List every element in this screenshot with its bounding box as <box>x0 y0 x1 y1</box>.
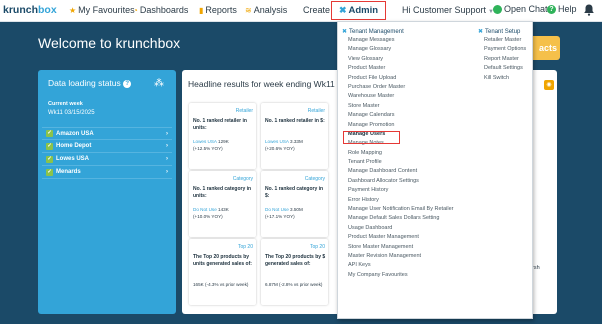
check-icon: ✓ <box>46 142 53 150</box>
retailer-status-row[interactable]: ✓ Home Depot › <box>42 140 172 153</box>
side-text: rsh <box>532 265 540 271</box>
open-chat-button[interactable]: Open Chat <box>493 4 548 14</box>
menu-item-manage-promotion[interactable]: Manage Promotion <box>342 121 453 130</box>
menu-item-api-keys[interactable]: API Keys <box>342 261 453 270</box>
headline-title: Headline results for week ending Wk11 0 <box>188 79 342 89</box>
menu-item-retailer-master[interactable]: Retailer Master <box>478 36 526 45</box>
info-icon[interactable]: ? <box>123 79 132 88</box>
menu-item-tenant-profile[interactable]: Tenant Profile <box>342 158 453 167</box>
check-icon: ✓ <box>46 155 53 163</box>
admin-dropdown-menu: ✖ Tenant Management Manage Messages Manag… <box>337 21 533 319</box>
chevron-right-icon: › <box>166 143 168 149</box>
menu-item-error-history[interactable]: Error History <box>342 196 453 205</box>
menu-item-store-master[interactable]: Store Master <box>342 102 453 111</box>
wrench-icon: ✖ <box>478 29 484 35</box>
menu-item-payment-options[interactable]: Payment Options <box>478 45 526 54</box>
check-icon: ✓ <box>46 168 53 176</box>
top-navigation-bar: krunchbox ★ My Favourites ◔ Dashboards ▮… <box>0 0 602 22</box>
headline-card[interactable]: Top 20 The Top 20 products by $ generate… <box>261 239 328 305</box>
nav-create[interactable]: Create <box>303 5 330 15</box>
menu-item-view-glossary[interactable]: View Glossary <box>342 55 453 64</box>
menu-item-dashboard-allocator-settings[interactable]: Dashboard Allocator Settings <box>342 177 453 186</box>
current-week-label: Current week <box>48 101 83 107</box>
check-icon: ✓ <box>46 130 53 137</box>
menu-item-store-master-management[interactable]: Store Master Management <box>342 243 453 252</box>
tenant-setup-header: ✖ Tenant Setup <box>478 28 521 36</box>
loading-spinner-icon: ⁂ <box>154 78 164 89</box>
nav-dashboards[interactable]: ◔ Dashboards <box>133 5 188 15</box>
menu-item-warehouse-master[interactable]: Warehouse Master <box>342 92 453 101</box>
menu-item-manage-glossary[interactable]: Manage Glossary <box>342 45 453 54</box>
headline-card[interactable]: Category No. 1 ranked category in units:… <box>189 171 256 237</box>
rss-icon[interactable]: ◉ <box>544 80 554 90</box>
menu-item-payment-history[interactable]: Payment History <box>342 186 453 195</box>
dashboards-icon: ◔ <box>133 5 138 15</box>
retailer-status-list: ✓ Amazon USA › ✓ Home Depot › ✓ Lowes US… <box>42 127 172 179</box>
menu-item-manage-calendars[interactable]: Manage Calendars <box>342 111 453 120</box>
nav-admin[interactable]: ✖ Admin <box>331 1 386 20</box>
headline-card[interactable]: Retailer No. 1 ranked retailer in $: Low… <box>261 103 328 169</box>
menu-item-role-mapping[interactable]: Role Mapping <box>342 149 453 158</box>
chat-icon <box>493 4 502 14</box>
krunchbox-logo[interactable]: krunchbox <box>3 4 57 16</box>
star-icon: ★ <box>69 5 77 15</box>
bell-icon[interactable] <box>583 3 595 16</box>
chevron-right-icon: › <box>166 169 168 175</box>
manage-users-highlight <box>343 131 400 144</box>
menu-item-product-file-upload[interactable]: Product File Upload <box>342 74 453 83</box>
data-loading-title: Data loading status ? <box>48 78 132 88</box>
help-button[interactable]: ? Help <box>547 4 577 14</box>
page-title: Welcome to krunchbox <box>38 35 181 51</box>
nav-reports[interactable]: ▮ Reports <box>199 5 237 15</box>
retailer-status-row[interactable]: ✓ Lowes USA › <box>42 153 172 166</box>
nav-analysis[interactable]: ≋ Analysis <box>245 5 287 15</box>
menu-item-manage-user-notification-email-by-retailer[interactable]: Manage User Notification Email By Retail… <box>342 205 453 214</box>
headline-card[interactable]: Category No. 1 ranked category in $: Do … <box>261 171 328 237</box>
tenant-management-header: ✖ Tenant Management <box>342 28 404 36</box>
headline-card[interactable]: Top 20 The Top 20 products by units gene… <box>189 239 256 305</box>
reports-icon: ▮ <box>199 5 204 15</box>
menu-item-usage-dashboard[interactable]: Usage Dashboard <box>342 224 453 233</box>
menu-item-purchase-order-master[interactable]: Purchase Order Master <box>342 83 453 92</box>
wrench-icon: ✖ <box>342 29 348 35</box>
retailer-status-row[interactable]: ✓ Amazon USA › <box>42 127 172 140</box>
menu-item-product-master-management[interactable]: Product Master Management <box>342 233 453 242</box>
wrench-icon: ✖ <box>338 5 347 15</box>
help-icon: ? <box>547 4 556 14</box>
user-greeting-menu[interactable]: Hi Customer Support ▼ <box>402 5 494 15</box>
menu-item-master-revision-management[interactable]: Master Revision Management <box>342 252 453 261</box>
current-week-value: Wk11 03/15/2025 <box>48 110 95 116</box>
retailer-status-row[interactable]: ✓ Menards › <box>42 166 172 179</box>
headline-card[interactable]: Retailer No. 1 ranked retailer in units:… <box>189 103 256 169</box>
menu-item-manage-default-sales-dollars-setting[interactable]: Manage Default Sales Dollars Setting <box>342 214 453 223</box>
menu-item-kill-switch[interactable]: Kill Switch <box>478 74 526 83</box>
menu-item-product-master[interactable]: Product Master <box>342 64 453 73</box>
nav-my-favourites[interactable]: ★ My Favourites <box>69 5 135 15</box>
chevron-right-icon: › <box>166 156 168 162</box>
menu-item-my-company-favourites[interactable]: My Company Favourites <box>342 271 453 280</box>
chevron-right-icon: › <box>166 130 168 137</box>
tenant-management-column: ✖ Tenant Management Manage Messages Manag… <box>342 27 453 280</box>
analysis-icon: ≋ <box>245 5 252 15</box>
menu-item-default-settings[interactable]: Default Settings <box>478 64 526 73</box>
menu-item-manage-messages[interactable]: Manage Messages <box>342 36 453 45</box>
menu-item-report-master[interactable]: Report Master <box>478 55 526 64</box>
data-loading-status-panel: Data loading status ? ⁂ Current week Wk1… <box>38 70 176 314</box>
tenant-setup-column: ✖ Tenant Setup Retailer Master Payment Op… <box>478 27 526 83</box>
menu-item-manage-dashboard-content[interactable]: Manage Dashboard Content <box>342 167 453 176</box>
